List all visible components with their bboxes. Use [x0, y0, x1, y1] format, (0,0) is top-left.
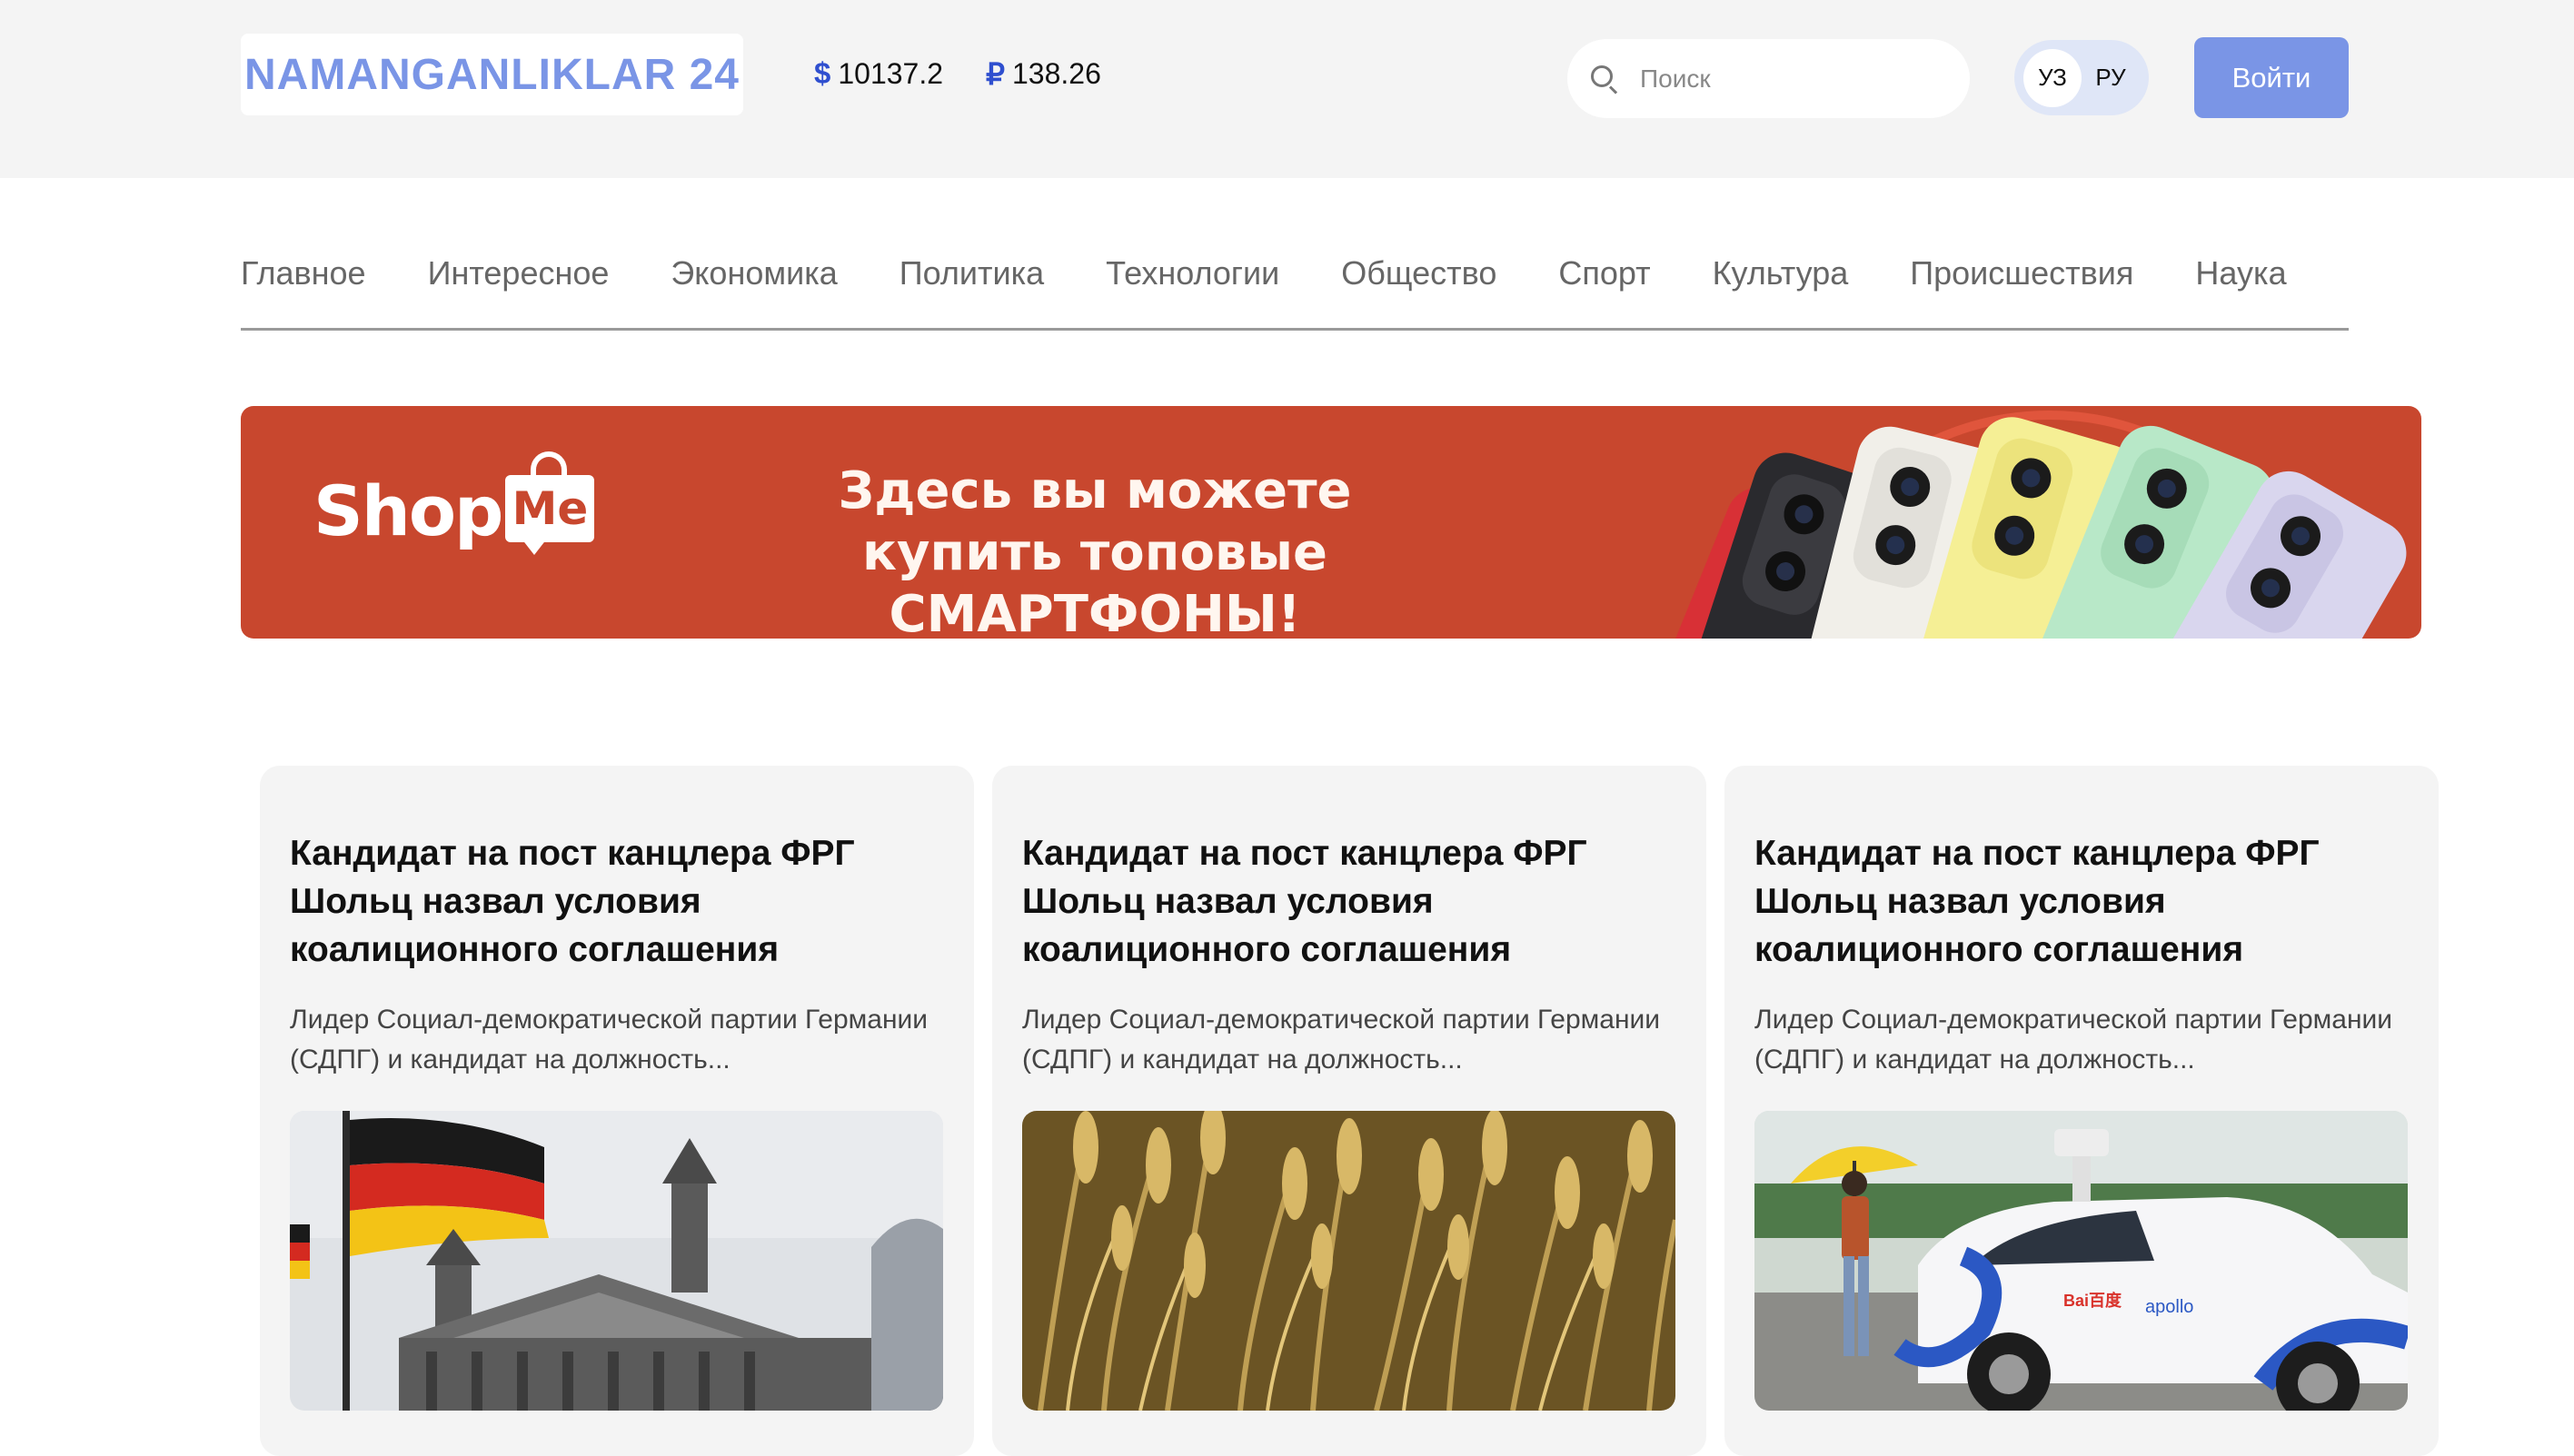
- car-brand-baidu: Bai百度: [2063, 1291, 2122, 1310]
- site-logo-text: NAMANGANLIKLAR 24: [244, 50, 740, 99]
- nav-item-politics[interactable]: Политика: [899, 254, 1044, 328]
- usd-rate: $ 10137.2: [814, 56, 943, 91]
- usd-rate-value: 10137.2: [838, 56, 944, 90]
- site-logo[interactable]: NAMANGANLIKLAR 24: [241, 34, 743, 115]
- search-box[interactable]: [1567, 39, 1970, 118]
- shopme-logo: Shop Me: [313, 451, 595, 555]
- nav-item-science[interactable]: Наука: [2195, 254, 2286, 328]
- nav-item-culture[interactable]: Культура: [1713, 254, 1849, 328]
- news-card-excerpt: Лидер Социал-демократической партии Герм…: [1754, 1005, 2393, 1075]
- news-card-image[interactable]: Bai百度 apollo: [1754, 1111, 2408, 1411]
- search-icon[interactable]: [1589, 64, 1620, 94]
- rub-rate-value: 138.26: [1012, 57, 1101, 90]
- banner-line-1: Здесь вы можете: [838, 461, 1352, 520]
- nav-item-society[interactable]: Общество: [1341, 254, 1496, 328]
- ad-banner[interactable]: Shop Me Здесь вы можете купить топовые С…: [241, 406, 2421, 639]
- nav-item-main[interactable]: Главное: [241, 254, 366, 328]
- shopme-logo-shop: Shop: [313, 470, 503, 551]
- header-bar: NAMANGANLIKLAR 24 $ 10137.2 ₽ 138.26 УЗ …: [0, 0, 2574, 178]
- news-card[interactable]: Кандидат на пост канцлера ФРГ Шольц назв…: [260, 766, 974, 1456]
- nav-item-incidents[interactable]: Происшествия: [1910, 254, 2133, 328]
- category-nav: Главное Интересное Экономика Политика Те…: [241, 254, 2349, 331]
- rub-rate: ₽ 138.26: [986, 56, 1101, 92]
- nav-item-economy[interactable]: Экономика: [671, 254, 837, 328]
- search-input[interactable]: [1640, 64, 1949, 94]
- news-card-title[interactable]: Кандидат на пост канцлера ФРГ Шольц назв…: [290, 829, 926, 974]
- car-brand-apollo: apollo: [2145, 1297, 2193, 1317]
- news-card-excerpt: Лидер Социал-демократической партии Герм…: [290, 1005, 929, 1075]
- news-card-image[interactable]: [1022, 1111, 1675, 1411]
- shopme-logo-me: Me: [505, 475, 595, 542]
- news-card-title[interactable]: Кандидат на пост канцлера ФРГ Шольц назв…: [1022, 829, 1658, 974]
- lang-uz-button[interactable]: УЗ: [2023, 48, 2082, 107]
- dollar-icon: $: [814, 56, 831, 90]
- news-card-excerpt: Лидер Социал-демократической партии Герм…: [1022, 1005, 1661, 1075]
- news-card-title[interactable]: Кандидат на пост канцлера ФРГ Шольц назв…: [1754, 829, 2390, 974]
- news-card-image[interactable]: [290, 1111, 943, 1411]
- language-switcher: УЗ РУ: [2014, 40, 2149, 115]
- nav-item-interesting[interactable]: Интересное: [428, 254, 610, 328]
- smartphones-image: [1658, 411, 2407, 639]
- banner-line-2: купить топовые СМАРТФОНЫ!: [862, 523, 1327, 639]
- lang-ru-button[interactable]: РУ: [2082, 49, 2140, 107]
- shopping-bag-icon: Me: [505, 451, 595, 555]
- banner-headline: Здесь вы можете купить топовые СМАРТФОНЫ…: [768, 461, 1422, 639]
- nav-item-technology[interactable]: Технологии: [1106, 254, 1279, 328]
- ruble-icon: ₽: [986, 57, 1005, 91]
- news-card[interactable]: Кандидат на пост канцлера ФРГ Шольц назв…: [992, 766, 1706, 1456]
- login-button[interactable]: Войти: [2194, 37, 2349, 118]
- news-card[interactable]: Кандидат на пост канцлера ФРГ Шольц назв…: [1724, 766, 2439, 1456]
- nav-item-sport[interactable]: Спорт: [1558, 254, 1650, 328]
